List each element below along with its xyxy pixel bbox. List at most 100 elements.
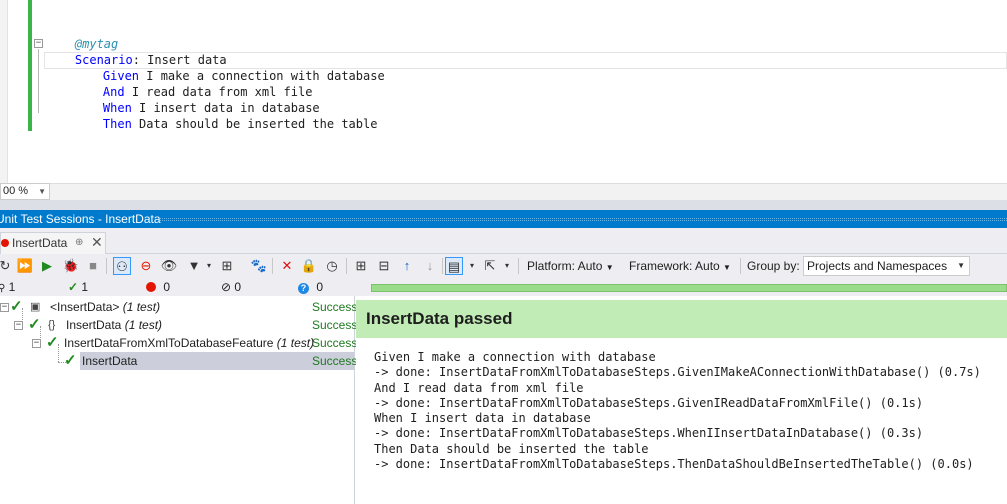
namespace-icon: {} [48,319,56,331]
output-log[interactable]: Given I make a connection with database … [374,350,981,472]
step-text: Data should be inserted the table [131,117,378,131]
splitter[interactable] [0,200,1007,210]
stop-icon[interactable]: ■ [84,257,102,275]
tree-row-feature[interactable]: − ✓ InsertDataFromXmlToDatabaseFeature (… [0,334,358,352]
node-status: Success [312,336,358,350]
toolbar-separator [346,258,347,274]
chevron-down-icon: ▼ [605,263,614,272]
chevron-down-icon[interactable]: ▾ [200,257,218,275]
total-icon: ⚲ [0,283,6,294]
lock-icon[interactable]: 🔒 [300,257,318,275]
toolbar-separator [740,258,741,274]
group-by-select[interactable]: Projects and Namespaces ▼ [803,256,970,276]
passed-check-icon: ✓ [64,352,77,369]
run-all-icon[interactable]: ⏩ [16,257,34,275]
ignored-count-filter[interactable]: ⊘ 0 [221,279,241,295]
change-indicator-bar [28,0,32,131]
chevron-down-icon: ▼ [38,187,46,196]
delete-icon[interactable]: ✕ [278,257,296,275]
node-test-count: (1 test) [124,318,163,332]
feature-editor[interactable]: − @mytag Scenario: Insert data Given I m… [0,0,1007,183]
refresh-icon[interactable]: ↻ [0,257,14,275]
layout-icon[interactable]: ▤ [445,257,463,275]
tree-options-icon[interactable]: ⊞ [218,257,236,275]
show-running-icon[interactable]: ⚇ [113,257,131,275]
ignored-icon: ⊘ [221,280,232,294]
up-arrow-icon[interactable]: ↑ [398,257,416,275]
result-header: InsertData passed [356,300,1007,338]
node-name: InsertData [66,318,122,332]
debug-icon[interactable]: 🐞 [62,257,80,275]
chevron-down-icon[interactable]: ▾ [498,257,516,275]
fold-guide-line [38,49,39,113]
horizontal-scrollbar[interactable] [50,183,1007,200]
tree-row-namespace[interactable]: − ✓ {} InsertData (1 test) Success [0,316,358,334]
unknown-count-filter[interactable]: ? 0 [298,279,323,295]
hide-icon[interactable]: 👁 [160,257,178,275]
failed-icon [146,282,156,292]
run-icon[interactable]: ▶ [38,257,56,275]
zoom-level-dropdown[interactable]: 00 % ▼ [0,183,50,200]
passed-check-icon: ✓ [10,298,23,315]
chevron-down-icon: ▼ [957,261,965,270]
chevron-down-icon[interactable]: ▾ [463,257,481,275]
group-by-label: Group by: [747,259,800,273]
node-status: Success [312,300,358,314]
tool-window-title: Unit Test Sessions - InsertData [0,212,161,226]
tree-node-label: InsertDataFromXmlToDatabaseFeature (1 te… [64,334,314,352]
total-count: 1 [8,280,16,294]
tab-insertdata-session[interactable]: InsertData ⊕ ✕ [0,232,106,254]
failed-count: 0 [163,280,171,294]
node-status: Success [312,318,358,332]
collapse-node-icon[interactable]: − [32,339,41,348]
node-name: <InsertData> [50,300,120,314]
session-tab-strip: InsertData ⊕ ✕ [0,228,1007,254]
collapse-node-icon[interactable]: − [0,303,9,312]
passed-count-filter[interactable]: ✓ 1 [68,279,88,295]
toolbar-separator [272,258,273,274]
tree-node-label: InsertData [82,352,137,370]
dotcover-icon[interactable]: 🐾 [250,257,268,275]
toolbar-separator [518,258,519,274]
check-icon: ✓ [68,280,79,294]
code-line-step-then[interactable]: Then Data should be inserted the table [74,100,378,148]
question-icon: ? [298,283,309,294]
session-status-icon [1,239,9,247]
toolbar-separator [106,258,107,274]
test-output-pane[interactable]: InsertData passed Given I make a connect… [356,296,1007,504]
title-grip [160,218,1007,221]
tab-label: InsertData [12,236,68,250]
collapse-node-icon[interactable]: − [14,321,23,330]
passed-count: 1 [81,280,89,294]
tool-window-title-bar[interactable]: Unit Test Sessions - InsertData [0,210,1007,228]
node-status: Success [312,354,358,368]
collapse-scenario-icon[interactable]: − [34,39,43,48]
node-test-count: (1 test) [122,300,161,314]
node-name: InsertDataFromXmlToDatabaseFeature [64,336,274,350]
chevron-down-icon: ▼ [723,263,731,272]
tree-row-assembly[interactable]: − ✓ ▣ <InsertData> (1 test) Success [0,298,358,316]
test-tree: − ✓ ▣ <InsertData> (1 test) Success − ✓ … [0,296,358,504]
expand-all-icon[interactable]: ⊞ [352,257,370,275]
test-progress-bar [371,284,1007,292]
stop-sign-icon[interactable]: ⊖ [137,257,155,275]
tree-node-label: InsertData (1 test) [66,316,162,334]
group-by-value: Projects and Namespaces [807,259,948,273]
total-count-filter[interactable]: ⚲ 1 [0,279,15,297]
zoom-level-value: 00 % [3,185,29,197]
passed-check-icon: ✓ [46,334,59,351]
clock-icon[interactable]: ◷ [323,257,341,275]
collapse-all-icon[interactable]: ⊟ [375,257,393,275]
close-icon[interactable]: ✕ [91,232,103,252]
step-keyword: Then [102,117,132,131]
down-arrow-icon[interactable]: ↓ [421,257,439,275]
framework-dropdown[interactable]: Framework: Auto ▼ [629,258,731,276]
export-icon[interactable]: ⇱ [481,257,499,275]
platform-dropdown[interactable]: Platform: Auto ▼ [527,258,614,276]
node-test-count: (1 test) [276,336,315,350]
unit-test-toolbar: ↻ ⏩ ▶ 🐞 ■ ⚇ ⊖ 👁 ▼ ▾ ⊞ 🐾 ✕ 🔒 ◷ ⊞ ⊟ ↑ ↓ ▤ … [0,254,1007,278]
toolbar-separator [442,258,443,274]
failed-count-filter[interactable]: 0 [146,279,170,295]
pin-icon[interactable]: ⊕ [75,233,83,253]
tree-row-test[interactable]: ✓ InsertData Success [0,352,358,370]
